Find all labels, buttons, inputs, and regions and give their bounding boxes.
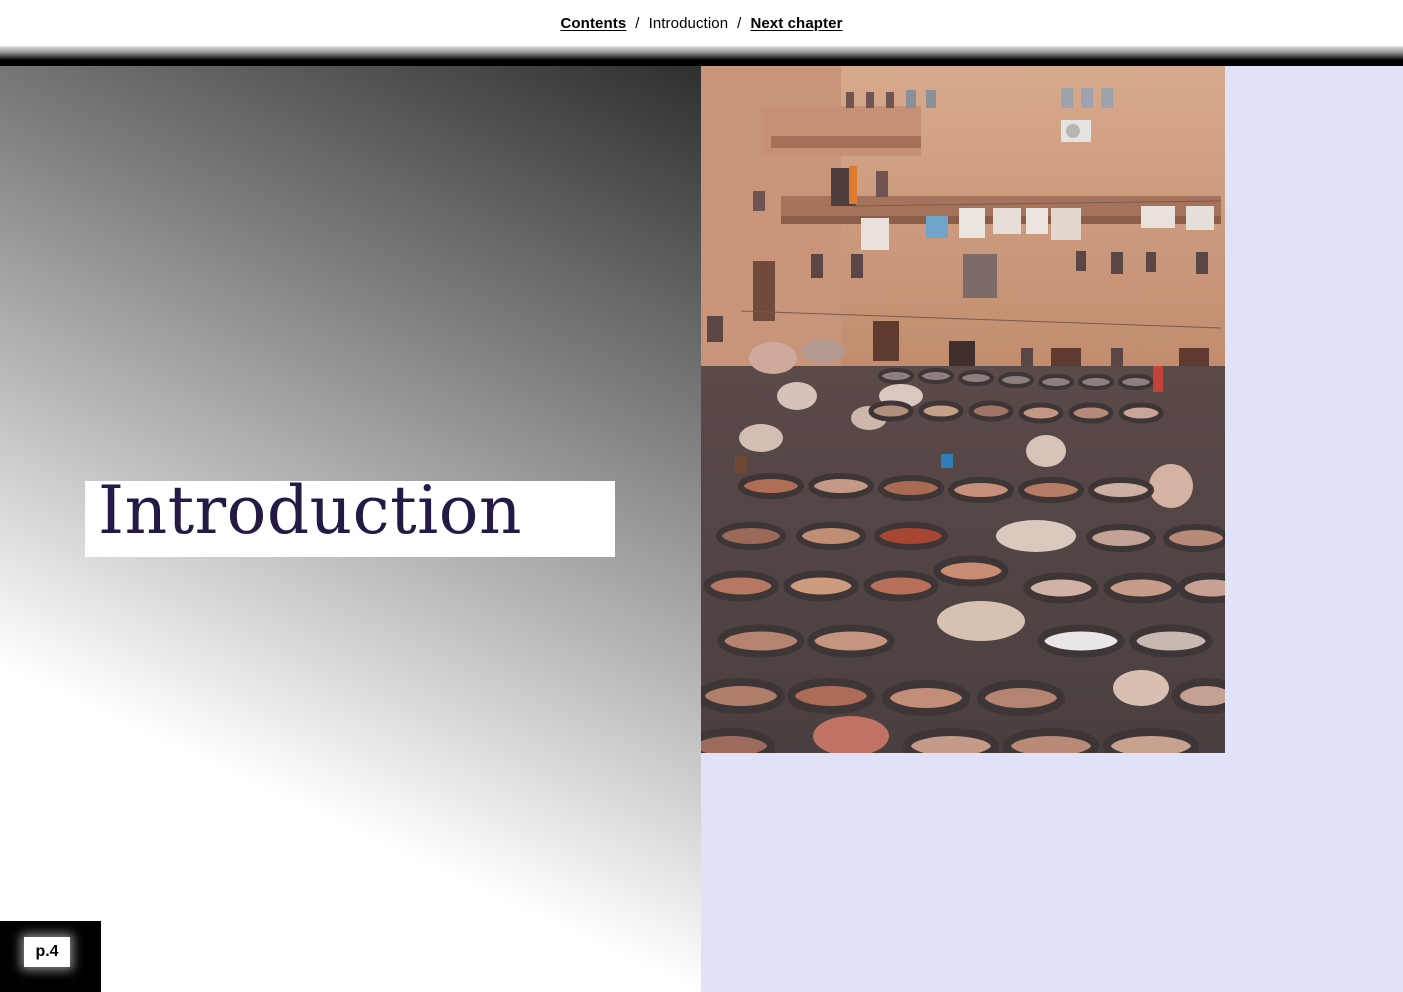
chapter-title: Introduction [98,481,522,549]
breadcrumb-separator: / [635,14,640,32]
header-shadow-divider [0,46,1403,66]
breadcrumb-separator: / [737,14,742,32]
page-number-label: p.4 [24,937,70,967]
breadcrumb-nav: Contents / Introduction / Next chapter [0,0,1403,46]
page-number-box: p.4 [0,921,101,992]
current-chapter-label: Introduction [648,14,729,32]
chapter-title-box: Introduction [85,481,615,557]
next-chapter-link[interactable]: Next chapter [750,15,842,32]
contents-link[interactable]: Contents [560,15,626,32]
tannery-photo [701,66,1225,753]
